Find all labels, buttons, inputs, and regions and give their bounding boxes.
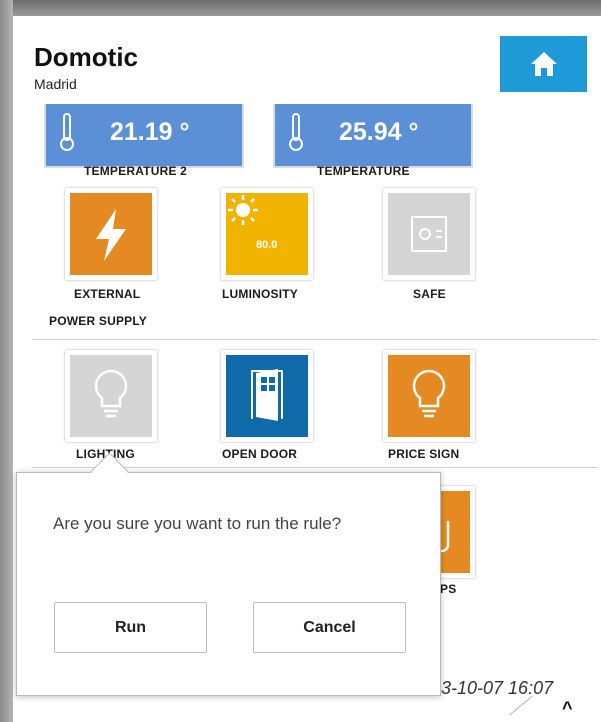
thermometer-icon [60, 113, 74, 151]
run-button[interactable]: Run [54, 602, 207, 653]
home-icon [531, 52, 557, 76]
confirm-message: Are you sure you want to run the rule? [53, 514, 342, 533]
expand-caret-icon[interactable]: ^ [562, 698, 573, 719]
window-left-border [0, 0, 13, 722]
home-button[interactable] [500, 36, 587, 92]
partial-tile-label: PS [440, 582, 457, 596]
lighting-tile[interactable] [70, 355, 152, 437]
app-title: Domotic [34, 42, 138, 72]
lightning-icon [96, 209, 126, 261]
luminosity-value: 80.0 [256, 239, 278, 251]
temperature-2-label: TEMPERATURE 2 [84, 164, 188, 178]
external-power-label-line1: EXTERNAL [74, 287, 141, 301]
bulb-icon [412, 369, 446, 418]
luminosity-tile[interactable]: 80.0 [226, 193, 308, 275]
safe-label: SAFE [413, 287, 446, 301]
price-sign-tile[interactable] [388, 355, 470, 437]
safe-icon [411, 216, 447, 252]
price-sign-label: PRICE SIGN [388, 447, 460, 461]
bulb-icon [94, 369, 128, 418]
sun-icon [228, 195, 258, 225]
window-top-border [0, 0, 601, 16]
open-door-label: OPEN DOOR [222, 447, 298, 461]
luminosity-label: LUMINOSITY [222, 287, 298, 301]
temperature-value: 25.94 ° [339, 118, 419, 146]
temperature-2-value: 21.19 ° [110, 118, 190, 146]
open-door-tile[interactable] [226, 355, 308, 437]
thermometer-icon [289, 113, 303, 151]
safe-tile[interactable] [388, 193, 470, 275]
temperature-label: TEMPERATURE [317, 164, 410, 178]
section-divider [32, 339, 598, 340]
last-update-datetime: 3-10-07 16:07 [441, 678, 554, 698]
temperature-card[interactable]: 25.94 ° [273, 104, 473, 168]
confirm-dialog: Are you sure you want to run the rule? R… [16, 472, 441, 696]
external-power-tile[interactable] [70, 193, 152, 275]
door-icon [251, 369, 283, 421]
cancel-button[interactable]: Cancel [253, 602, 406, 653]
external-power-label-line2: POWER SUPPLY [49, 314, 147, 328]
location-subtitle: Madrid [34, 76, 77, 92]
temperature-2-card[interactable]: 21.19 ° [44, 104, 244, 168]
